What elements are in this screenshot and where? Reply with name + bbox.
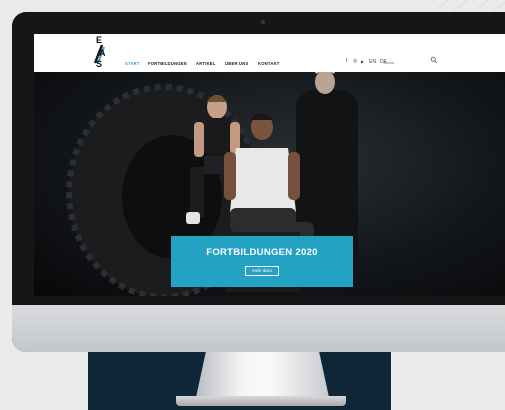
nav-item-artikel[interactable]: ARTIKEL: [196, 61, 216, 66]
monitor: E A S START FORTBILDUNGEN ARTIKEL ÜBER U…: [12, 12, 505, 352]
logo-letter-s: S: [96, 59, 103, 69]
instagram-icon[interactable]: ◎: [353, 58, 357, 64]
navbar: E A S START FORTBILDUNGEN ARTIKEL ÜBER U…: [34, 34, 505, 72]
website-screen: E A S START FORTBILDUNGEN ARTIKEL ÜBER U…: [34, 34, 505, 296]
search-input[interactable]: [383, 58, 433, 67]
hero-section: FORTBILDUNGEN 2020 mehr dazu: [34, 72, 505, 296]
mehr-dazu-button[interactable]: mehr dazu: [245, 266, 279, 276]
banner-fortbildungen[interactable]: FORTBILDUNGEN 2020 mehr dazu: [171, 236, 353, 287]
camera-dot: [261, 20, 265, 24]
monitor-stand-base: [176, 396, 346, 406]
youtube-icon[interactable]: ▶: [361, 59, 364, 64]
search-icon[interactable]: [430, 56, 438, 64]
nav-item-ueber-uns[interactable]: ÜBER UNS: [225, 61, 248, 66]
monitor-stand: [195, 352, 330, 402]
facebook-icon[interactable]: f: [346, 58, 347, 64]
logo[interactable]: E A S: [90, 36, 110, 70]
monitor-chin: [12, 305, 505, 352]
nav-item-fortbildungen[interactable]: FORTBILDUNGEN: [148, 61, 187, 66]
language-en[interactable]: EN: [369, 59, 376, 65]
nav-item-start[interactable]: START: [125, 61, 140, 66]
banner-title: FORTBILDUNGEN 2020: [206, 247, 318, 258]
logo-letter-a: A: [99, 48, 106, 58]
nav-item-kontakt[interactable]: KONTAKT: [258, 61, 280, 66]
